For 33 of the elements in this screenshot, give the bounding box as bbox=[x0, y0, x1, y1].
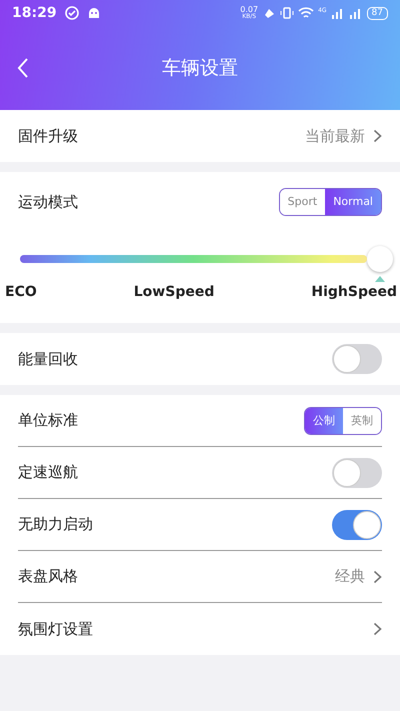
status-time: 18:29 bbox=[12, 4, 57, 22]
segment-option[interactable]: Normal bbox=[325, 189, 381, 215]
marker-triangle-icon bbox=[375, 276, 385, 282]
setting-label: 表盘风格 bbox=[18, 566, 78, 588]
speed-label[interactable]: HighSpeed bbox=[311, 282, 397, 303]
slider-thumb[interactable] bbox=[367, 246, 393, 272]
speed-label[interactable]: LowSpeed bbox=[134, 282, 214, 303]
setting-value: 当前最新 bbox=[305, 126, 365, 147]
toggle-switch[interactable] bbox=[332, 510, 382, 540]
setting-label: 单位标准 bbox=[18, 410, 78, 432]
vibrate-icon bbox=[280, 6, 294, 20]
check-circle-icon bbox=[64, 6, 79, 20]
toggle-switch[interactable] bbox=[332, 344, 382, 374]
segment-option[interactable]: 公制 bbox=[305, 408, 343, 434]
page-title: 车辆设置 bbox=[162, 56, 238, 81]
setting-label: 固件升级 bbox=[18, 126, 78, 147]
setting-label: 氛围灯设置 bbox=[18, 618, 93, 640]
signal-icon bbox=[348, 6, 363, 20]
chevron-right-icon bbox=[373, 622, 382, 636]
speed-label[interactable]: ECO bbox=[5, 282, 37, 303]
setting-label: 运动模式 bbox=[18, 192, 78, 213]
signal-icon bbox=[330, 6, 345, 20]
setting-label: 无助力启动 bbox=[18, 514, 93, 536]
chevron-right-icon bbox=[373, 570, 382, 584]
toggle-switch[interactable] bbox=[332, 458, 382, 488]
wifi-icon bbox=[298, 6, 314, 20]
chevron-right-icon bbox=[373, 129, 382, 143]
setting-label: 能量回收 bbox=[18, 348, 78, 370]
net-speed: 0.07 bbox=[240, 6, 258, 13]
battery-indicator: 87 bbox=[366, 6, 388, 20]
setting-label: 定速巡航 bbox=[18, 462, 78, 484]
back-icon[interactable] bbox=[17, 57, 29, 79]
setting-value: 经典 bbox=[335, 566, 365, 588]
